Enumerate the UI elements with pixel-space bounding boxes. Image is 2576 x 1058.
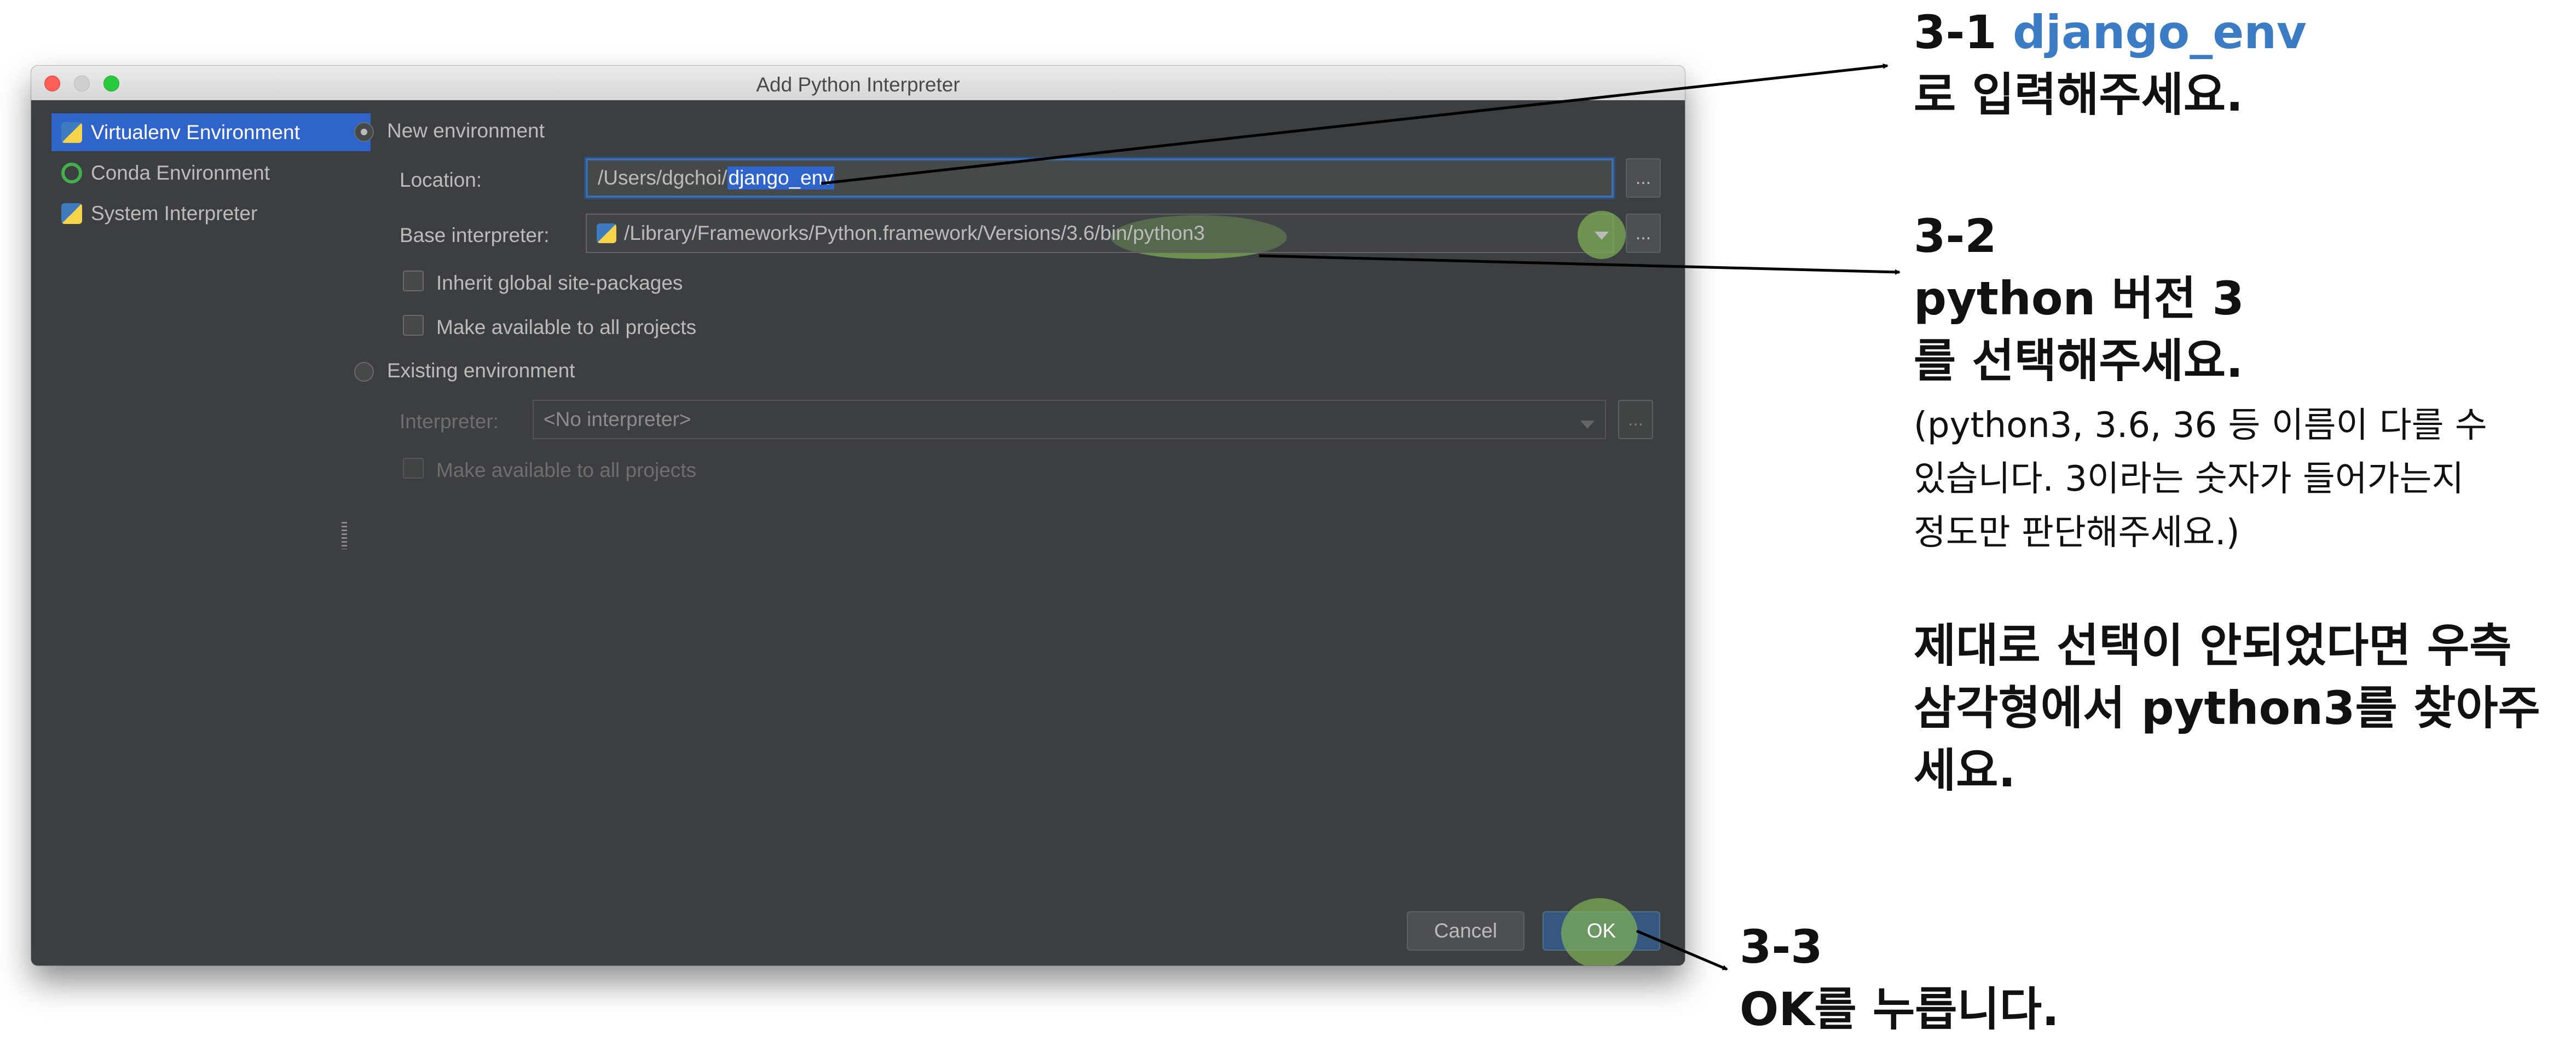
annotation-3-1-name: django_env bbox=[2013, 5, 2307, 59]
annotation-3-2-tip: 제대로 선택이 안되었다면 우측 삼각형에서 python3를 찾아주 세요. bbox=[1914, 614, 2540, 802]
annotation-3-1-step: 3-1 bbox=[1914, 5, 2013, 59]
annotation-3-1: 3-1 django_env 로 입력해주세요. bbox=[1914, 1, 2307, 126]
annotation-3-3: 3-3 OK를 누릅니다. bbox=[1740, 916, 2059, 1040]
annotation-3-2-note2: 있습니다. 3이라는 숫자가 들어가는지 bbox=[1914, 459, 2464, 499]
arrow-to-step-3-2 bbox=[1258, 254, 1901, 275]
annotation-3-2-note3: 정도만 판단해주세요.) bbox=[1914, 513, 2240, 553]
annotation-3-2-tip1: 제대로 선택이 안되었다면 우측 bbox=[1914, 619, 2512, 672]
annotation-3-2-note1: (python3, 3.6, 36 등 이름이 다를 수 bbox=[1914, 405, 2487, 446]
annotation-3-2-tip3: 세요. bbox=[1914, 744, 2016, 797]
annotation-3-2-line2: python 버전 3 bbox=[1914, 272, 2244, 325]
annotation-3-1-line2: 로 입력해주세요. bbox=[1914, 68, 2244, 122]
annotation-3-2-tip2: 삼각형에서 python3를 찾아주 bbox=[1914, 681, 2540, 735]
annotation-3-2: 3-2 python 버전 3 를 선택해주세요. bbox=[1914, 205, 2244, 392]
arrow-to-step-3-1 bbox=[821, 63, 1888, 185]
annotation-3-2-note: (python3, 3.6, 36 등 이름이 다를 수 있습니다. 3이라는 … bbox=[1914, 399, 2487, 560]
annotation-3-2-line3: 를 선택해주세요. bbox=[1914, 334, 2244, 388]
annotation-3-2-step: 3-2 bbox=[1914, 209, 1997, 263]
annotation-3-3-step: 3-3 bbox=[1740, 920, 1823, 974]
arrow-to-step-3-3 bbox=[1636, 929, 1728, 971]
annotation-3-3-line2: OK를 누릅니다. bbox=[1740, 982, 2060, 1036]
